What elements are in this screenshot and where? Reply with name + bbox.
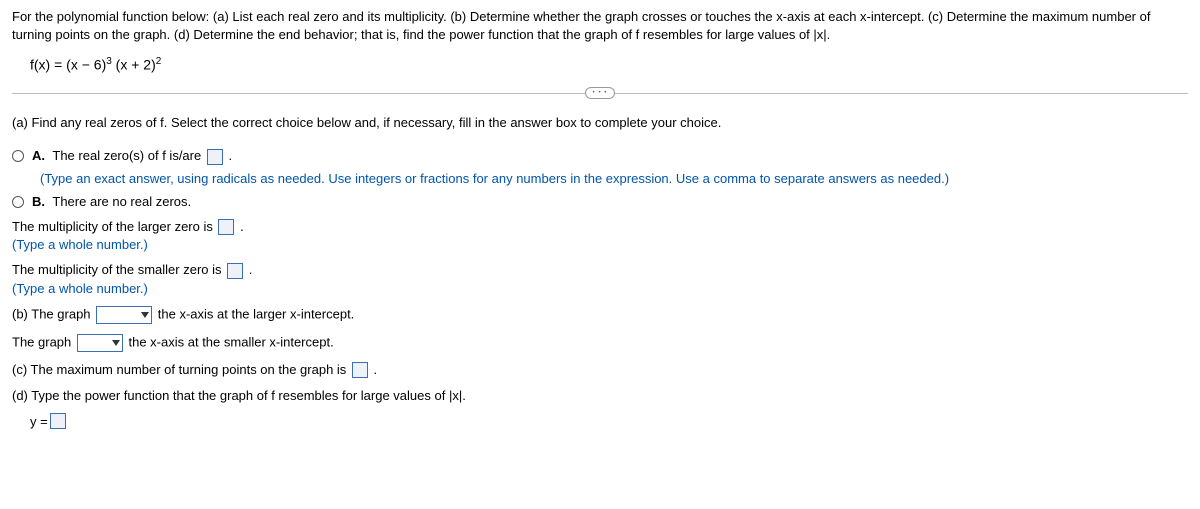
partb-line1-after: the x-axis at the larger x-intercept. — [158, 306, 355, 321]
partc-before: (c) The maximum number of turning points… — [12, 362, 350, 377]
mult-smaller-after: . — [249, 262, 253, 277]
radio-choice-b[interactable] — [12, 196, 24, 208]
part-a-prompt: (a) Find any real zeros of f. Select the… — [12, 115, 1188, 130]
cross-touch-smaller-dropdown[interactable] — [77, 334, 123, 352]
choice-a-hint: (Type an exact answer, using radicals as… — [40, 171, 1188, 186]
mult-smaller-hint: (Type a whole number.) — [12, 281, 1188, 296]
partc-after: . — [374, 362, 378, 377]
formula-mid: (x + 2) — [112, 57, 156, 73]
mult-smaller-before: The multiplicity of the smaller zero is — [12, 262, 225, 277]
y-equals: y = — [30, 414, 48, 429]
power-function-input[interactable] — [50, 413, 66, 429]
choice-a-label: A. — [32, 148, 45, 163]
partb-line1-before: (b) The graph — [12, 306, 94, 321]
part-b-line2: The graph the x-axis at the smaller x-in… — [12, 334, 1188, 352]
part-d-prompt: (d) Type the power function that the gra… — [12, 388, 1188, 403]
ellipsis-icon: • • • — [593, 90, 608, 96]
expand-pill[interactable]: • • • — [585, 87, 615, 99]
chevron-down-icon — [112, 340, 120, 346]
choice-b-text: There are no real zeros. — [52, 194, 191, 209]
choice-a-content: A. The real zero(s) of f is/are . — [32, 148, 232, 165]
partb-line2-before: The graph — [12, 334, 75, 349]
chevron-down-icon — [141, 312, 149, 318]
mult-larger-hint: (Type a whole number.) — [12, 237, 1188, 252]
mult-larger-after: . — [240, 219, 244, 234]
choice-a-row: A. The real zero(s) of f is/are . — [12, 148, 1188, 165]
part-b-line1: (b) The graph the x-axis at the larger x… — [12, 306, 1188, 324]
multiplicity-smaller: The multiplicity of the smaller zero is … — [12, 262, 1188, 296]
real-zeros-input[interactable] — [207, 149, 223, 165]
formula-exp2: 2 — [156, 56, 162, 67]
turning-points-input[interactable] — [352, 362, 368, 378]
cross-touch-larger-dropdown[interactable] — [96, 306, 152, 324]
choice-b-content: B. There are no real zeros. — [32, 194, 191, 209]
section-divider: • • • — [12, 87, 1188, 99]
mult-larger-before: The multiplicity of the larger zero is — [12, 219, 216, 234]
function-formula: f(x) = (x − 6)3 (x + 2)2 — [30, 56, 1188, 73]
radio-choice-a[interactable] — [12, 150, 24, 162]
part-d-equation: y = — [30, 413, 1188, 429]
choice-b-row: B. There are no real zeros. — [12, 194, 1188, 209]
choice-a-after: . — [228, 148, 232, 163]
choice-b-label: B. — [32, 194, 45, 209]
mult-smaller-input[interactable] — [227, 263, 243, 279]
formula-lhs: f(x) = (x − 6) — [30, 57, 106, 73]
partb-line2-after: the x-axis at the smaller x-intercept. — [129, 334, 334, 349]
mult-larger-input[interactable] — [218, 219, 234, 235]
choice-a-before: The real zero(s) of f is/are — [52, 148, 204, 163]
part-c: (c) The maximum number of turning points… — [12, 362, 1188, 379]
multiplicity-larger: The multiplicity of the larger zero is .… — [12, 219, 1188, 253]
question-intro: For the polynomial function below: (a) L… — [12, 8, 1188, 44]
